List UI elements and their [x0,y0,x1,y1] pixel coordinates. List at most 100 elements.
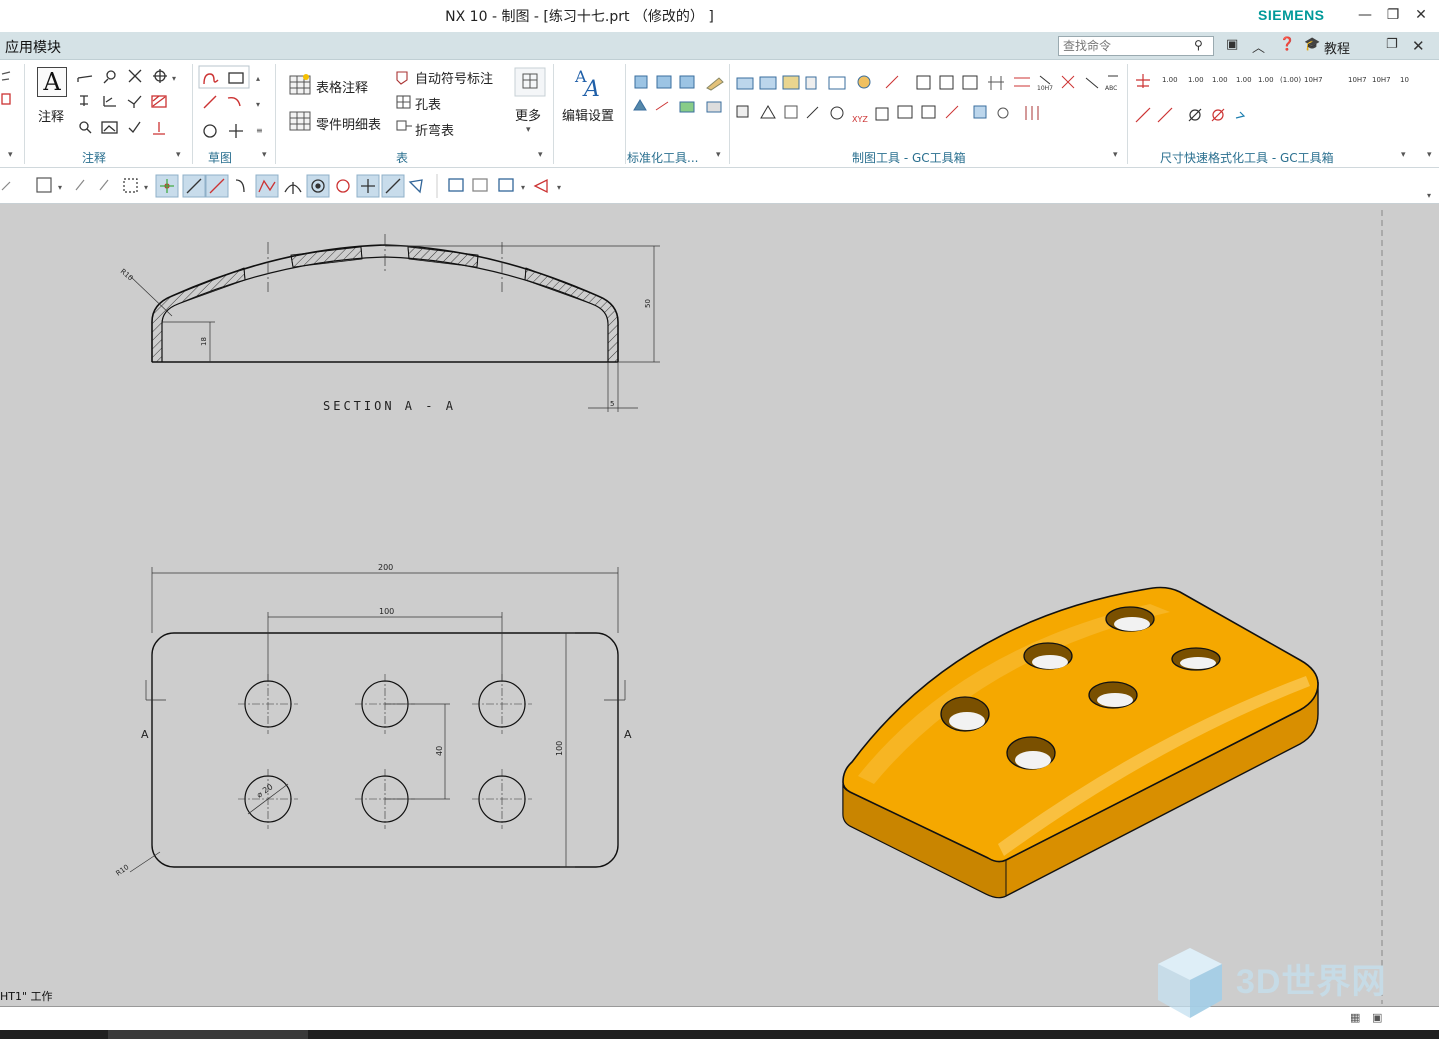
group-menu-icon[interactable]: ▾ [538,150,543,160]
svg-text:▾: ▾ [256,100,260,109]
dim-section-radius: R10 [119,267,135,282]
snap-mid-button[interactable] [206,176,226,196]
os-taskbar [0,1030,1439,1039]
dim-format-7[interactable]: 10H7 [1304,76,1323,84]
dim-format-10[interactable]: 10 [1400,76,1409,84]
group-separator [24,64,25,164]
bend-table-button[interactable]: 折弯表 [415,120,454,139]
plan-view[interactable]: 200 100 40 100 ⌀ 20 R10 A A [115,563,632,878]
watermark-text: 3D世界网 [1236,963,1387,1001]
dim-format-6[interactable]: (1.00) [1280,76,1301,84]
isometric-part[interactable] [842,586,1319,899]
minimize-button[interactable]: — [1354,5,1376,25]
drawing-canvas[interactable]: 50 18 5 R10 SECTION A - A 200 100 40 100… [0,204,1439,1007]
app-modules-menu[interactable]: 应用模块 [5,37,61,57]
ribbon-collapse-icon[interactable]: ︿ [1252,37,1265,56]
doc-close-button[interactable]: ✕ [1412,37,1425,55]
group-separator [729,64,730,164]
group-separator [1127,64,1128,164]
dim-inner-height: 18 [200,337,208,346]
watermark: 3D世界网 [1150,940,1430,1030]
dim-corner-radius: R10 [115,863,131,877]
snap-intersection-button[interactable] [357,176,377,196]
dim-hole-diameter: ⌀ 20 [255,782,275,799]
dim-format-1[interactable]: 1.00 [1162,76,1178,84]
watermark-cube-icon [1158,948,1222,1018]
cut-label-left: A [141,728,149,741]
group-label-sketch: 草图 [208,151,233,165]
svg-text:▾: ▾ [172,74,176,83]
snap-point-button[interactable] [156,176,176,196]
group-separator [553,64,554,164]
dim-format-4[interactable]: 1.00 [1236,76,1252,84]
dim-format-2[interactable]: 1.00 [1188,76,1204,84]
tutorial-icon[interactable]: 🎓 [1304,37,1320,52]
window-mode-icon[interactable]: ▣ [1226,37,1238,52]
command-search-input[interactable] [1058,36,1214,56]
taskbar-item[interactable] [108,1030,308,1039]
snap-end-button[interactable] [183,176,203,196]
window-title: NX 10 - 制图 - [练习十七.prt （修改的） ] [445,9,714,25]
ribbon: ▾ ▴ ▾ ≡ ▾ A A XYZ 10H7 ABC A 注释 表格注释 零件明… [0,60,1439,168]
dim-format-9[interactable]: 10H7 [1372,76,1391,84]
dim-format-3[interactable]: 1.00 [1212,76,1228,84]
close-button[interactable]: ✕ [1410,5,1432,25]
search-icon[interactable]: ⚲ [1194,38,1203,52]
snap-control-button[interactable] [256,176,276,196]
menu-bar: 应用模块 ⚲ ▣ ︿ ❓ 🎓 教程 ❐ ✕ [0,32,1439,60]
group-menu-icon[interactable]: ▾ [1401,150,1406,160]
nx-window: NX 10 - 制图 - [练习十七.prt （修改的） ] SIEMENS —… [0,0,1439,1039]
dim-format-strip: 1.00 1.00 1.00 1.00 1.00 (1.00) 10H7 10H… [1160,76,1420,94]
dim-section-height: 50 [644,299,652,308]
title-bar: NX 10 - 制图 - [练习十七.prt （修改的） ] SIEMENS —… [0,0,1439,32]
dim-format-8[interactable]: 10H7 [1348,76,1367,84]
cut-label-right: A [624,728,632,741]
group-label-table: 表 [396,151,409,165]
auto-balloon-button[interactable]: 自动符号标注 [415,68,493,87]
doc-restore-button[interactable]: ❐ [1386,37,1398,52]
svg-text:▾: ▾ [1427,191,1431,200]
svg-text:10H7: 10H7 [1037,85,1053,92]
group-separator [625,64,626,164]
restore-button[interactable]: ❐ [1382,5,1404,25]
dim-hole-spacing: 100 [379,607,394,616]
dim-format-5[interactable]: 1.00 [1258,76,1274,84]
group-label-std-tools: 标准化工具... [627,151,699,165]
group-menu-icon[interactable]: ▾ [176,150,181,160]
annotation-icon[interactable]: A [37,67,67,97]
group-label-dim-format-tools: 尺寸快速格式化工具 - GC工具箱 [1160,151,1334,165]
dim-overall-width: 200 [378,563,393,572]
dim-row-spacing: 40 [435,746,444,756]
hole-table-button[interactable]: 孔表 [415,94,441,113]
brand-logo: SIEMENS [1258,7,1325,23]
svg-text:A: A [582,77,600,102]
svg-text:XYZ: XYZ [852,115,868,124]
parts-list-button[interactable]: 零件明细表 [316,114,381,133]
group-label-annotation: 注释 [82,151,107,165]
more-button[interactable]: 更多 [515,105,541,124]
dim-wall-thickness: 5 [610,400,614,408]
svg-text:▾: ▾ [144,183,148,192]
tutorial-menu[interactable]: 教程 [1324,38,1350,57]
group-menu-icon[interactable]: ▾ [1113,150,1118,160]
selection-toolbar: ▾ ▾ ▾ ▾ ▾ [0,168,1439,204]
svg-text:▾: ▾ [521,183,525,192]
section-view[interactable]: 50 18 5 R10 SECTION A - A [119,234,660,413]
group-menu-icon[interactable]: ▾ [716,150,721,160]
ribbon-options-icon[interactable]: ▾ [1427,150,1432,160]
svg-text:▴: ▴ [256,74,260,83]
group-menu-icon[interactable]: ▾ [8,150,13,160]
svg-text:▾: ▾ [557,183,561,192]
snap-center-button[interactable] [307,176,327,196]
section-label: SECTION A - A [323,399,456,413]
edit-settings-button[interactable]: 编辑设置 [562,105,614,124]
table-note-button[interactable]: 表格注释 [316,77,368,96]
drawing-sheet: 50 18 5 R10 SECTION A - A 200 100 40 100… [115,210,1383,1004]
dim-overall-height: 100 [555,741,564,756]
group-menu-icon[interactable]: ▾ [262,150,267,160]
help-icon[interactable]: ❓ [1279,37,1295,52]
snap-on-curve-button[interactable] [382,176,402,196]
svg-text:≡: ≡ [256,126,263,135]
svg-text:ABC: ABC [1105,85,1117,92]
annotation-button[interactable]: 注释 [38,106,64,125]
